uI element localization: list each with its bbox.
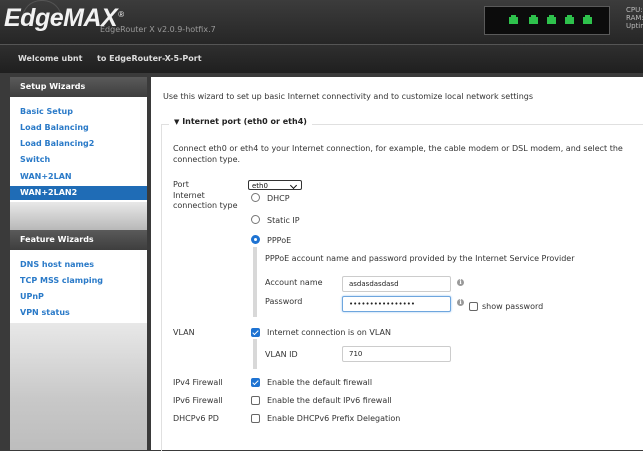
firmware-version: EdgeRouter X v2.0.9-hotfix.7 — [100, 25, 216, 34]
ram-stat: RAM: — [626, 14, 643, 22]
static-ip-radio[interactable] — [251, 215, 260, 224]
sidebar-item-dns-host-names[interactable]: DNS host names — [10, 258, 147, 272]
pppoe-description: PPPoE account name and password provided… — [265, 254, 575, 263]
collapse-triangle-icon: ▼ — [174, 118, 180, 126]
section-title: Internet port (eth0 or eth4) — [182, 117, 307, 126]
port-label: Port — [173, 180, 189, 189]
ipv4-firewall-label: IPv4 Firewall — [173, 378, 223, 387]
sidebar-item-switch[interactable]: Switch — [10, 153, 147, 167]
password-input[interactable]: •••••••••••••••• — [342, 296, 451, 312]
password-info-icon[interactable]: i — [457, 299, 464, 306]
sidebar-footer-gradient — [10, 323, 147, 450]
password-label: Password — [265, 297, 303, 306]
sidebar-item-basic-setup[interactable]: Basic Setup — [10, 105, 147, 119]
account-name-label: Account name — [265, 278, 323, 287]
ipv6-firewall-checkbox[interactable] — [251, 396, 260, 405]
sidebar-item-load-balancing[interactable]: Load Balancing — [10, 121, 147, 135]
pppoe-label: PPPoE — [267, 236, 292, 245]
sidebar-item-load-balancing2[interactable]: Load Balancing2 — [10, 137, 147, 151]
vlan-label: VLAN — [173, 328, 195, 337]
vlan-checkbox-label: Internet connection is on VLAN — [267, 328, 391, 337]
uptime-stat: Uptim — [626, 22, 643, 30]
port-led-icon[interactable] — [565, 15, 574, 24]
vlan-indent-bar — [253, 339, 257, 369]
show-password-checkbox[interactable] — [469, 302, 478, 311]
internet-port-legend[interactable]: ▼ Internet port (eth0 or eth4) — [169, 117, 312, 126]
section-description-line1: Connect eth0 or eth4 to your Internet co… — [173, 144, 623, 153]
account-info-icon[interactable]: i — [457, 279, 464, 286]
sidebar-item-vpn-status[interactable]: VPN status — [10, 306, 147, 320]
pppoe-radio[interactable] — [251, 235, 260, 244]
wizard-main-panel: Use this wizard to set up basic Internet… — [151, 77, 643, 451]
chevron-down-icon — [289, 181, 298, 190]
pppoe-indent-bar — [253, 247, 257, 317]
dhcp-radio[interactable] — [251, 193, 260, 202]
back-to-router-link[interactable]: to EdgeRouter-X-5-Port — [97, 54, 202, 63]
ipv4-firewall-checkbox[interactable] — [251, 378, 260, 387]
ipv6-firewall-check-label: Enable the default IPv6 firewall — [267, 396, 392, 405]
sidebar-divider — [10, 202, 147, 230]
sidebar-item-tcp-mss-clamping[interactable]: TCP MSS clamping — [10, 274, 147, 288]
port-led-icon[interactable] — [583, 15, 592, 24]
vlan-checkbox[interactable] — [251, 328, 260, 337]
wizard-intro: Use this wizard to set up basic Internet… — [163, 92, 534, 101]
port-status-panel — [484, 6, 610, 35]
port-led-icon[interactable] — [509, 15, 518, 24]
sidebar-item-wan-2lan[interactable]: WAN+2LAN — [10, 170, 147, 184]
vlan-id-label: VLAN ID — [265, 350, 298, 359]
section-description-line2: connection type. — [173, 155, 241, 164]
port-led-icon[interactable] — [529, 15, 538, 24]
setup-wizards-header: Setup Wizards — [10, 77, 147, 97]
show-password-label: show password — [482, 302, 544, 311]
static-ip-label: Static IP — [267, 216, 300, 225]
port-led-icon[interactable] — [547, 15, 556, 24]
system-stats: CPU: RAM: Uptim — [626, 6, 643, 30]
cpu-stat: CPU: — [626, 6, 643, 14]
account-name-input[interactable]: asdasdasdasd — [342, 276, 451, 292]
wizard-sidebar: Setup Wizards Basic Setup Load Balancing… — [10, 77, 147, 450]
welcome-text: Welcome ubnt — [18, 54, 83, 63]
port-select[interactable]: eth0 — [248, 180, 302, 190]
ipv4-firewall-check-label: Enable the default firewall — [267, 378, 373, 387]
top-header: EdgeMAX® EdgeRouter X v2.0.9-hotfix.7 CP… — [0, 0, 643, 44]
dhcpv6-pd-check-label: Enable DHCPv6 Prefix Delegation — [267, 414, 401, 423]
connection-type-label-1: Internet — [173, 191, 205, 200]
feature-wizards-header: Feature Wizards — [10, 230, 147, 250]
ipv6-firewall-label: IPv6 Firewall — [173, 396, 223, 405]
sidebar-item-wan-2lan2[interactable]: WAN+2LAN2 — [10, 186, 147, 200]
dhcpv6-pd-label: DHCPv6 PD — [173, 414, 219, 423]
port-select-value: eth0 — [252, 182, 268, 190]
sidebar-item-upnp[interactable]: UPnP — [10, 290, 147, 304]
connection-type-label-2: connection type — [173, 201, 238, 210]
vlan-id-input[interactable]: 710 — [342, 346, 451, 362]
dhcp-label: DHCP — [267, 194, 290, 203]
dhcpv6-pd-checkbox[interactable] — [251, 414, 260, 423]
nav-bar: Welcome ubnt to EdgeRouter-X-5-Port — [0, 44, 643, 73]
